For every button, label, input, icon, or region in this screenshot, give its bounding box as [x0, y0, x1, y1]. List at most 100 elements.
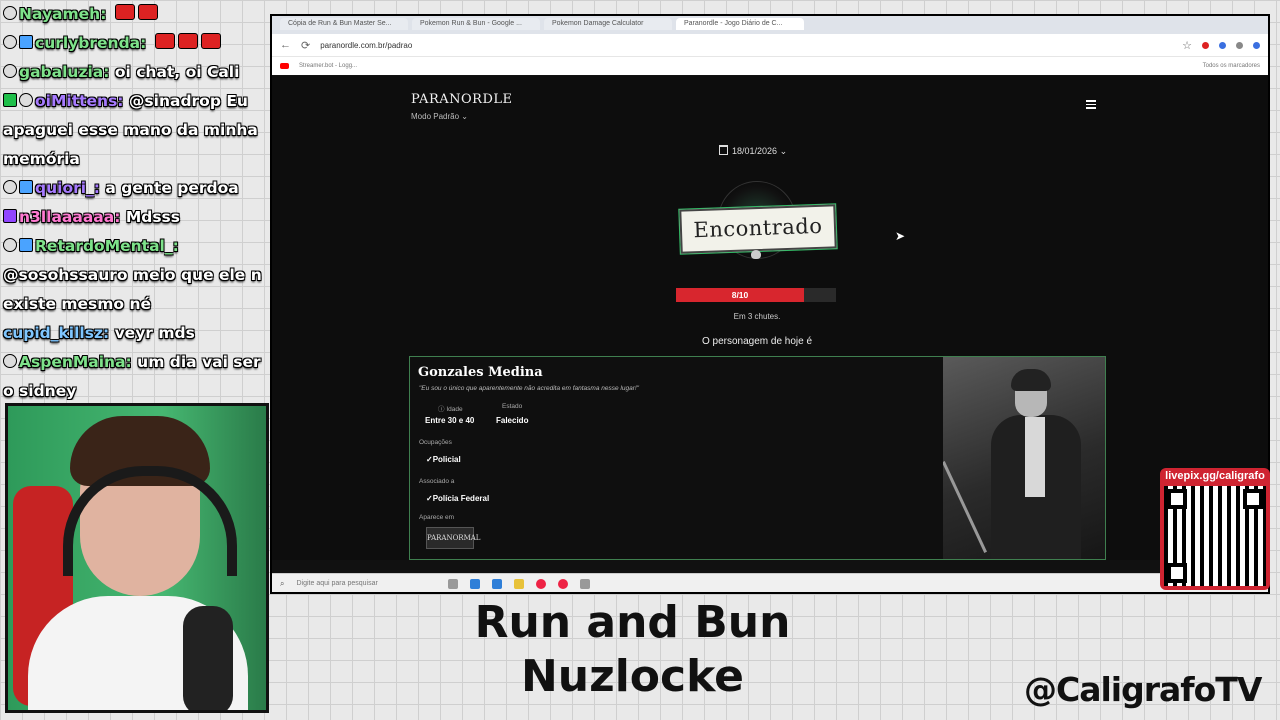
browser-tab[interactable]: Pokemon Damage Calculator — [544, 18, 672, 30]
app-icon[interactable] — [470, 578, 481, 589]
back-icon[interactable]: ← — [280, 39, 291, 51]
subscriber-badge-icon — [19, 180, 33, 194]
microphone-icon — [183, 606, 233, 710]
chat-message: AspenMaina: um dia vai ser o sidney — [0, 348, 262, 400]
found-stamp: Encontrado — [662, 179, 852, 269]
browser-tab[interactable]: Cópia de Run & Bun Master Se... — [280, 18, 408, 30]
mouse-cursor-icon: ➤ — [895, 229, 906, 243]
stamp-text: Encontrado — [693, 213, 823, 243]
stream-title-line1: Run and Bun — [474, 597, 791, 648]
info-icon: ⓘ — [438, 406, 445, 413]
app-icon[interactable] — [492, 578, 503, 589]
date-label: 18/01/2026 — [732, 146, 778, 156]
extension-icon[interactable] — [1219, 41, 1226, 49]
chevron-down-icon: ⌄ — [779, 146, 788, 156]
reload-icon[interactable]: ⟳ — [301, 39, 310, 52]
chat-username: quiori_: — [35, 179, 100, 197]
site-logo[interactable]: PARANORDLE — [411, 92, 512, 107]
chat-message: gabaluzia: oi chat, oi Cali — [0, 58, 262, 87]
stream-title-line2: Nuzlocke — [520, 651, 745, 702]
user-badge-icon — [3, 6, 17, 20]
emote-icon — [137, 4, 158, 20]
browser-tab[interactable]: Pokemon Run & Bun - Google ... — [412, 18, 540, 30]
paranordle-page: PARANORDLE Modo Padrão ⌄ 18/01/2026 ⌄ En… — [272, 76, 1268, 560]
chat-message: curlybrenda: — [0, 29, 262, 58]
todays-character-heading: O personagem de hoje é — [701, 336, 813, 347]
extension-icon[interactable] — [1202, 41, 1209, 49]
search-icon[interactable]: ⌕ — [280, 579, 284, 589]
chat-username: RetardoMental_: — [35, 237, 179, 255]
qr-code-icon — [1164, 486, 1266, 586]
character-card: Gonzales Medina "Eu sou o único que apar… — [409, 356, 1106, 560]
portrait-shirt — [1025, 417, 1045, 497]
youtube-icon[interactable] — [280, 63, 289, 69]
chat-username: n3llaaaaaa: — [19, 208, 121, 226]
score-label: 8/10 — [731, 290, 749, 300]
age-label: ⓘ Idade — [438, 406, 463, 413]
chevron-down-icon: ⌄ — [461, 112, 468, 121]
associated-chip: ✓Polícia Federal — [426, 494, 490, 503]
donation-qr-panel: livepix.gg/caligrafo — [1160, 468, 1270, 590]
menu-icon[interactable] — [1086, 100, 1096, 109]
taskview-icon[interactable] — [448, 578, 459, 589]
user-badge-icon — [3, 64, 17, 78]
user-badge-icon — [3, 354, 17, 368]
qr-finder — [1167, 563, 1187, 583]
chat-text: oi chat, oi Cali — [114, 63, 240, 81]
bookmarks-bar: Streamer.bot - Logg... Todos os marcador… — [272, 57, 1268, 75]
profile-icon[interactable] — [1253, 41, 1260, 49]
chat-text: a gente perdoa — [105, 179, 239, 197]
portrait-detail — [943, 461, 987, 553]
folder-icon[interactable] — [514, 578, 525, 589]
subscriber-badge-icon — [3, 209, 17, 223]
qr-finder — [1167, 489, 1187, 509]
webcam-feed — [5, 403, 269, 713]
character-portrait — [943, 357, 1105, 559]
mode-selector[interactable]: Modo Padrão ⌄ — [411, 112, 468, 121]
emote-icon — [154, 33, 175, 49]
associated-label: Associado a — [419, 478, 455, 485]
qr-label: livepix.gg/caligrafo — [1165, 470, 1265, 482]
chat-username: Nayameh: — [19, 5, 107, 23]
subscriber-badge-icon — [19, 35, 33, 49]
address-bar: ← ⟳ paranordle.com.br/padrao ☆ — [272, 34, 1268, 57]
state-label: Estado — [502, 403, 523, 410]
stream-chat: Nayameh: curlybrenda: gabaluzia: oi chat… — [0, 0, 262, 400]
chat-text: veyr mds — [114, 324, 195, 342]
series-logo-text: PARANORMAL — [427, 534, 481, 542]
check-icon: ✓ — [426, 455, 433, 464]
character-quote: "Eu sou o único que aparentemente não ac… — [419, 385, 639, 392]
streamer-handle: @CaligrafoTV — [1024, 670, 1262, 709]
chat-message: RetardoMental_: @sosohssauro meio que el… — [0, 232, 262, 319]
emote-icon — [200, 33, 221, 49]
score-bar: 8/10 — [676, 288, 836, 302]
user-badge-icon — [3, 180, 17, 194]
occupation-chip: ✓Policial — [426, 455, 461, 464]
user-badge-icon — [3, 238, 17, 252]
browser-tab-active[interactable]: Paranordle - Jogo Diário de C... — [676, 18, 804, 30]
user-badge-icon — [19, 93, 33, 107]
series-logo: PARANORMAL — [426, 527, 481, 549]
chat-username: cupid_killsz: — [3, 324, 110, 342]
chat-text: @sosohssauro meio que ele n existe mesmo… — [3, 266, 262, 313]
emote-icon — [177, 33, 198, 49]
check-icon: ✓ — [426, 494, 433, 503]
date-selector[interactable]: 18/01/2026 ⌄ — [719, 145, 787, 157]
chat-message: quiori_: a gente perdoa — [0, 174, 262, 203]
chrome-icon[interactable] — [558, 578, 569, 589]
state-value: Falecido — [496, 416, 529, 425]
chat-username: curlybrenda: — [35, 34, 147, 52]
chat-username: AspenMaina: — [19, 353, 132, 371]
bookmark-star-icon[interactable]: ☆ — [1182, 39, 1192, 52]
chat-message: cupid_killsz: veyr mds — [0, 319, 262, 348]
calendar-icon — [719, 145, 728, 155]
url-field[interactable]: paranordle.com.br/padrao — [320, 41, 412, 50]
tab-strip: Cópia de Run & Bun Master Se... Pokemon … — [272, 16, 1268, 34]
chrome-icon[interactable] — [536, 578, 547, 589]
extensions-puzzle-icon[interactable] — [1236, 41, 1243, 49]
bookmark-link[interactable]: Streamer.bot - Logg... — [299, 63, 357, 69]
app-icon[interactable] — [580, 578, 591, 589]
all-bookmarks-folder[interactable]: Todos os marcadores — [1203, 63, 1260, 69]
appears-in-label: Aparece em — [419, 514, 455, 521]
taskbar-search[interactable]: Digite aqui para pesquisar — [296, 580, 436, 587]
